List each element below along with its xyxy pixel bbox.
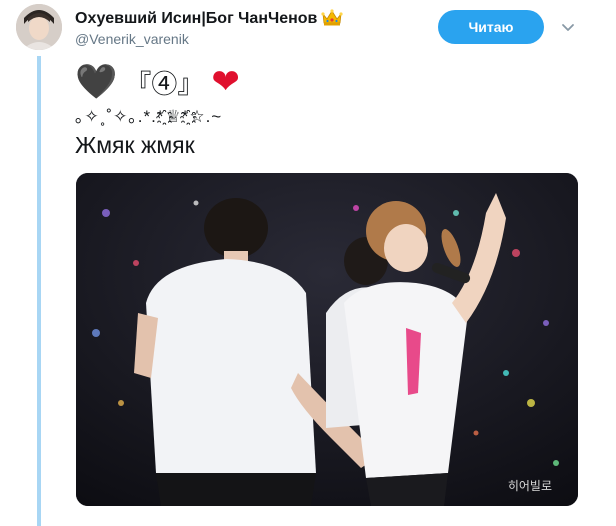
author-name-row[interactable]: Охуевший Исин|Бог ЧанЧенов — [75, 8, 343, 30]
tweet-text: Жмяк жмяк — [75, 132, 195, 158]
follow-button[interactable]: Читаю — [438, 10, 544, 44]
thread-line — [37, 56, 41, 526]
emoji-line: 🖤 『④』 ❤ — [75, 62, 240, 102]
crown-icon — [321, 8, 343, 31]
avatar[interactable] — [16, 4, 62, 50]
quote-number: 『④』 — [125, 68, 204, 99]
display-name[interactable]: Охуевший Исин|Бог ЧанЧенов — [75, 10, 317, 28]
tweet-photo[interactable]: 히어빌로 — [76, 173, 578, 506]
photo-watermark: 히어빌로 — [507, 479, 552, 493]
user-handle[interactable]: @Venerik_varenik — [75, 31, 189, 47]
red-heart-icon: ❤ — [211, 63, 240, 101]
sparkle-line: ｡✧˳˚✧｡.*.*҈♕*҈☆.~ — [75, 107, 223, 126]
concert-photo-illustration — [76, 173, 578, 506]
black-heart-icon: 🖤 — [75, 63, 118, 101]
chevron-down-icon[interactable] — [561, 20, 575, 38]
